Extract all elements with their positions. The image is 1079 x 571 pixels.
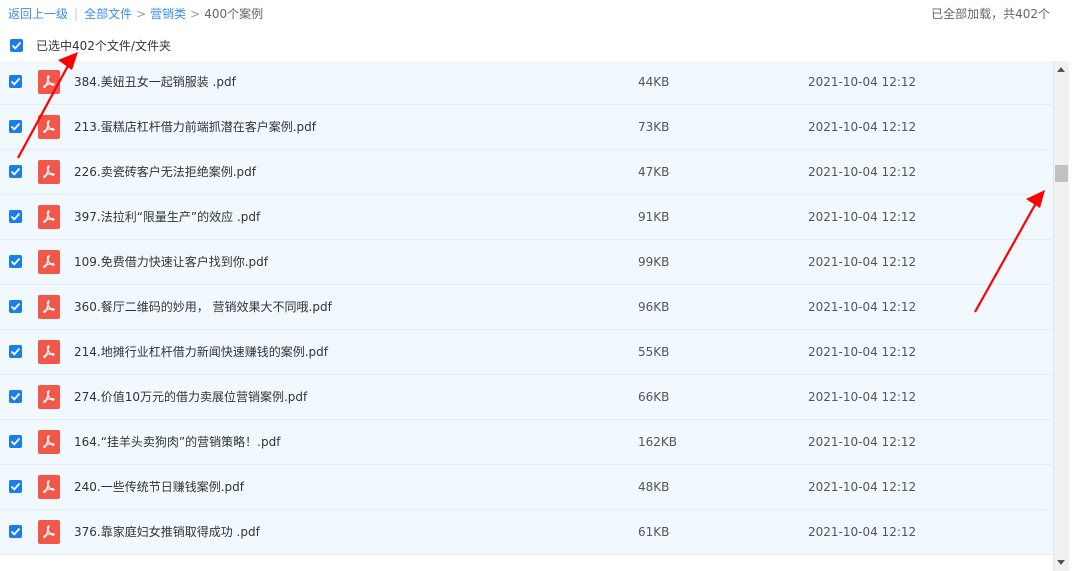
- file-name[interactable]: 164.“挂羊头卖狗肉”的营销策略！.pdf: [74, 434, 280, 450]
- file-row[interactable]: 274.价值10万元的借力卖展位营销案例.pdf 66KB 2021-10-04 1…: [0, 375, 1053, 420]
- selection-bar: 已选中402个文件/文件夹: [0, 31, 1053, 61]
- file-name[interactable]: 384.美妞丑女一起销服装 .pdf: [74, 74, 236, 90]
- pdf-icon: [38, 160, 60, 184]
- select-all-checkbox[interactable]: [10, 39, 23, 52]
- breadcrumb: 返回上一级 | 全部文件 > 营销类 >400个案例: [8, 5, 263, 23]
- breadcrumb-divider: |: [74, 7, 79, 21]
- file-size: 73KB: [638, 120, 670, 134]
- row-checkbox[interactable]: [9, 255, 22, 268]
- vertical-scrollbar[interactable]: [1053, 61, 1069, 571]
- selection-count: 已选中402个文件/文件夹: [36, 39, 171, 53]
- breadcrumb-category[interactable]: 营销类: [150, 7, 186, 21]
- file-row[interactable]: 376.靠家庭妇女推销取得成功 .pdf 61KB 2021-10-04 12:12: [0, 510, 1053, 555]
- file-row[interactable]: 226.卖瓷砖客户无法拒绝案例.pdf 47KB 2021-10-04 12:12: [0, 150, 1053, 195]
- file-date: 2021-10-04 12:12: [808, 75, 917, 89]
- file-name[interactable]: 376.靠家庭妇女推销取得成功 .pdf: [74, 524, 260, 540]
- load-status: 已全部加载，共402个: [931, 7, 1050, 21]
- checkmark-icon: [10, 122, 21, 131]
- file-size: 162KB: [638, 435, 678, 449]
- breadcrumb-all-files[interactable]: 全部文件: [84, 7, 132, 21]
- checkmark-icon: [10, 212, 21, 221]
- file-row[interactable]: 360.餐厅二维码的妙用， 营销效果大不同哦.pdf 96KB 2021-10-04…: [0, 285, 1053, 330]
- checkmark-icon: [11, 41, 22, 50]
- file-name[interactable]: 397.法拉利“限量生产”的效应 .pdf: [74, 209, 260, 225]
- scroll-up-icon[interactable]: [1057, 67, 1065, 72]
- file-date: 2021-10-04 12:12: [808, 525, 917, 539]
- pdf-icon: [38, 520, 60, 544]
- file-date: 2021-10-04 12:12: [808, 255, 917, 269]
- file-date: 2021-10-04 12:12: [808, 390, 917, 404]
- checkmark-icon: [10, 392, 21, 401]
- checkmark-icon: [10, 167, 21, 176]
- file-name[interactable]: 274.价值10万元的借力卖展位营销案例.pdf: [74, 389, 307, 405]
- file-date: 2021-10-04 12:12: [808, 165, 917, 179]
- file-size: 48KB: [638, 480, 670, 494]
- file-size: 44KB: [638, 75, 670, 89]
- pdf-icon: [38, 70, 60, 94]
- row-checkbox[interactable]: [9, 480, 22, 493]
- row-checkbox[interactable]: [9, 300, 22, 313]
- file-size: 47KB: [638, 165, 670, 179]
- breadcrumb-arrow: >: [190, 7, 201, 21]
- checkmark-icon: [10, 437, 21, 446]
- file-date: 2021-10-04 12:12: [808, 345, 917, 359]
- file-size: 96KB: [638, 300, 670, 314]
- scrollbar-thumb[interactable]: [1055, 165, 1068, 182]
- file-size: 99KB: [638, 255, 670, 269]
- pdf-icon: [38, 250, 60, 274]
- file-row[interactable]: 397.法拉利“限量生产”的效应 .pdf 91KB 2021-10-04 12:1…: [0, 195, 1053, 240]
- file-name[interactable]: 109.免费借力快速让客户找到你.pdf: [74, 254, 268, 270]
- file-row[interactable]: 240.一些传统节日赚钱案例.pdf 48KB 2021-10-04 12:12: [0, 465, 1053, 510]
- file-row[interactable]: 214.地摊行业杠杆借力新闻快速赚钱的案例.pdf 55KB 2021-10-04 …: [0, 330, 1053, 375]
- checkmark-icon: [10, 527, 21, 536]
- file-name[interactable]: 226.卖瓷砖客户无法拒绝案例.pdf: [74, 164, 256, 180]
- file-size: 61KB: [638, 525, 670, 539]
- pdf-icon: [38, 385, 60, 409]
- file-row[interactable]: 164.“挂羊头卖狗肉”的营销策略！.pdf 162KB 2021-10-04 12…: [0, 420, 1053, 465]
- breadcrumb-current: 400个案例: [204, 7, 264, 21]
- pdf-icon: [38, 430, 60, 454]
- row-checkbox[interactable]: [9, 75, 22, 88]
- breadcrumb-arrow: >: [136, 7, 147, 21]
- file-date: 2021-10-04 12:12: [808, 480, 917, 494]
- pdf-icon: [38, 205, 60, 229]
- pdf-icon: [38, 475, 60, 499]
- checkmark-icon: [10, 347, 21, 356]
- row-checkbox[interactable]: [9, 435, 22, 448]
- file-date: 2021-10-04 12:12: [808, 210, 917, 224]
- file-row[interactable]: 213.蛋糕店杠杆借力前端抓潜在客户案例.pdf 73KB 2021-10-04 1…: [0, 105, 1053, 150]
- row-checkbox[interactable]: [9, 390, 22, 403]
- file-name[interactable]: 214.地摊行业杠杆借力新闻快速赚钱的案例.pdf: [74, 344, 328, 360]
- checkmark-icon: [10, 257, 21, 266]
- file-name[interactable]: 213.蛋糕店杠杆借力前端抓潜在客户案例.pdf: [74, 119, 316, 135]
- file-size: 55KB: [638, 345, 670, 359]
- checkmark-icon: [10, 77, 21, 86]
- back-link[interactable]: 返回上一级: [8, 7, 68, 21]
- file-date: 2021-10-04 12:12: [808, 300, 917, 314]
- row-checkbox[interactable]: [9, 210, 22, 223]
- file-size: 66KB: [638, 390, 670, 404]
- file-row[interactable]: 109.免费借力快速让客户找到你.pdf 99KB 2021-10-04 12:12: [0, 240, 1053, 285]
- row-checkbox[interactable]: [9, 120, 22, 133]
- file-date: 2021-10-04 12:12: [808, 120, 917, 134]
- checkmark-icon: [10, 482, 21, 491]
- row-checkbox[interactable]: [9, 165, 22, 178]
- pdf-icon: [38, 295, 60, 319]
- file-name[interactable]: 360.餐厅二维码的妙用， 营销效果大不同哦.pdf: [74, 299, 332, 315]
- file-list: 381.超市卖生鲜“赔钱”赚钱的秘诀.pdf136KB2021-10-04 12…: [0, 36, 1053, 571]
- pdf-icon: [38, 340, 60, 364]
- row-checkbox[interactable]: [9, 345, 22, 358]
- file-name[interactable]: 240.一些传统节日赚钱案例.pdf: [74, 479, 244, 495]
- file-date: 2021-10-04 12:12: [808, 435, 917, 449]
- pdf-icon: [38, 115, 60, 139]
- file-size: 91KB: [638, 210, 670, 224]
- checkmark-icon: [10, 302, 21, 311]
- scroll-down-icon[interactable]: [1057, 560, 1065, 565]
- row-checkbox[interactable]: [9, 525, 22, 538]
- file-row[interactable]: 384.美妞丑女一起销服装 .pdf 44KB 2021-10-04 12:12: [0, 60, 1053, 105]
